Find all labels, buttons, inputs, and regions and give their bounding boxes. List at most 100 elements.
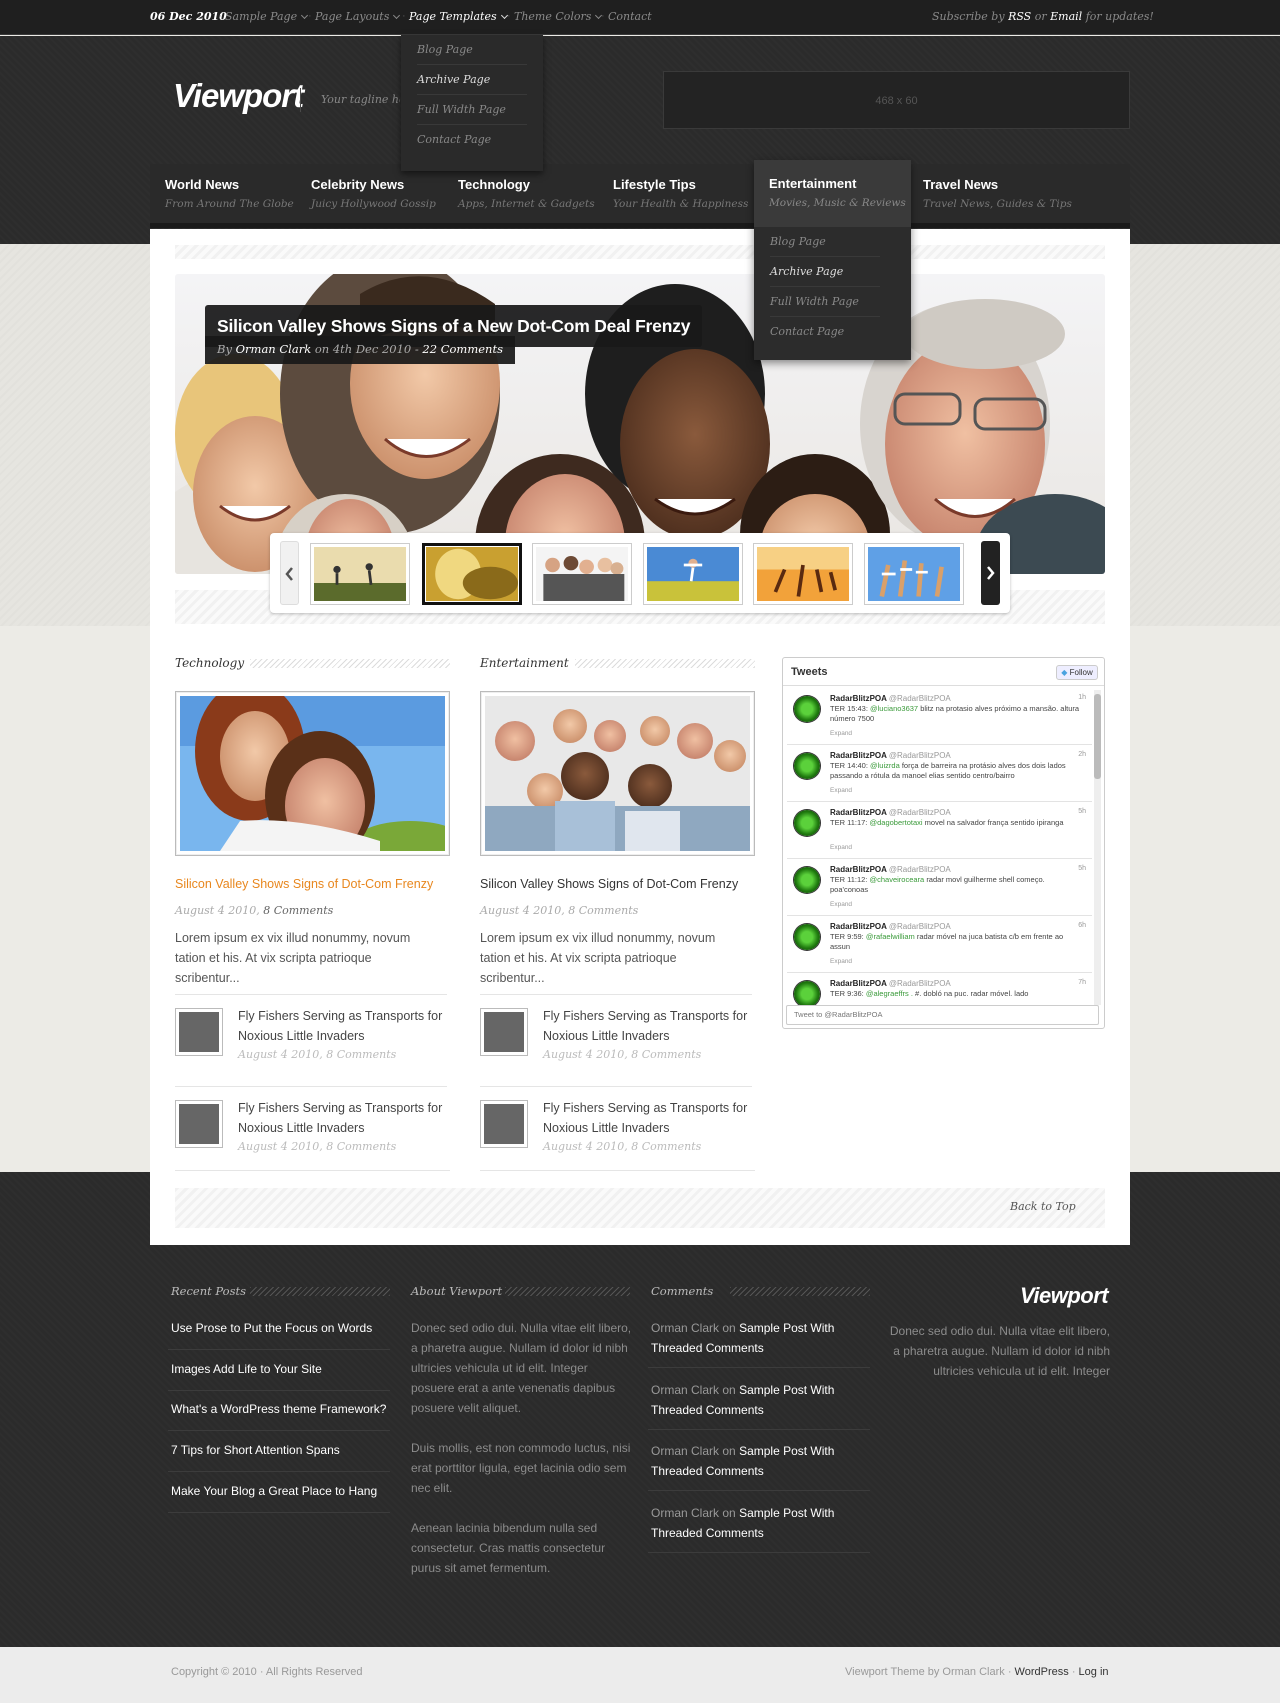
tweet-time[interactable]: 1h bbox=[1078, 694, 1086, 701]
recent-post-link[interactable]: Images Add Life to Your Site bbox=[171, 1362, 322, 1376]
tweet-author[interactable]: RadarBlitzPOA bbox=[830, 808, 887, 817]
slider-prev-button[interactable] bbox=[280, 541, 299, 605]
footer-logo[interactable]: Viewport bbox=[1020, 1283, 1109, 1309]
comment-author[interactable]: Orman Clark bbox=[651, 1506, 719, 1520]
tweet-author[interactable]: RadarBlitzPOA bbox=[830, 979, 887, 988]
tweet[interactable]: RadarBlitzPOA @RadarBlitzPOA 6h TER 9:59… bbox=[787, 916, 1092, 973]
post-comments-link[interactable]: 8 Comments bbox=[263, 904, 333, 917]
tweet-time[interactable]: 2h bbox=[1078, 751, 1086, 758]
slider-next-button[interactable] bbox=[981, 541, 1000, 605]
tweet-author[interactable]: RadarBlitzPOA bbox=[830, 694, 887, 703]
tweet-input[interactable]: Tweet to @RadarBlitzPOA bbox=[786, 1005, 1099, 1025]
slider-thumbnail[interactable] bbox=[864, 543, 964, 605]
slider-thumbnail[interactable] bbox=[753, 543, 853, 605]
tweet-time[interactable]: 6h bbox=[1078, 922, 1086, 929]
tweet-mention[interactable]: @luizrda bbox=[870, 761, 900, 770]
ad-banner[interactable]: 468 x 60 bbox=[663, 71, 1130, 129]
heading-decoration bbox=[250, 1287, 390, 1296]
tweet-expand-link[interactable]: Expand bbox=[830, 787, 852, 794]
mini-post[interactable]: Fly Fishers Serving as Transports for No… bbox=[175, 1086, 447, 1176]
tweet-mention[interactable]: @chaveiroceara bbox=[869, 875, 924, 884]
entertainment-menu-contact-page[interactable]: Contact Page bbox=[770, 317, 880, 347]
slider-thumbnail[interactable] bbox=[532, 543, 632, 605]
mini-post[interactable]: Fly Fishers Serving as Transports for No… bbox=[175, 994, 447, 1084]
tweet-mention[interactable]: @alegraeffrs . bbox=[866, 989, 913, 998]
heading-decoration bbox=[250, 659, 450, 668]
tweet-expand-link[interactable]: Expand bbox=[830, 958, 852, 965]
page-templates-menu-archive-page[interactable]: Archive Page bbox=[417, 65, 527, 95]
page-templates-menu-blog-page[interactable]: Blog Page bbox=[417, 35, 527, 65]
post-image-frame[interactable] bbox=[480, 691, 755, 856]
slider-thumbnail-selected[interactable] bbox=[422, 543, 522, 605]
slider-thumbnail[interactable] bbox=[643, 543, 743, 605]
back-to-top-link[interactable]: Back to Top bbox=[1010, 1200, 1076, 1213]
nav-item-lifestyle-tips[interactable]: Lifestyle Tips Your Health & Happiness bbox=[598, 164, 754, 223]
tweet-mention[interactable]: @dagobertotaxi bbox=[869, 818, 922, 827]
entertainment-menu-full-width-page[interactable]: Full Width Page bbox=[770, 287, 880, 317]
login-link[interactable]: Log in bbox=[1079, 1666, 1109, 1678]
tweet-time[interactable]: 7h bbox=[1078, 979, 1086, 986]
mini-post[interactable]: Fly Fishers Serving as Transports for No… bbox=[480, 994, 752, 1084]
featured-author-link[interactable]: Orman Clark bbox=[236, 342, 312, 356]
top-link-page-layouts[interactable]: Page Layouts bbox=[315, 10, 401, 23]
avatar[interactable] bbox=[794, 981, 820, 1005]
tweet[interactable]: RadarBlitzPOA @RadarBlitzPOA 5h TER 11:1… bbox=[787, 859, 1092, 916]
entertainment-menu-blog-page[interactable]: Blog Page bbox=[770, 227, 880, 257]
tweet-time[interactable]: 5h bbox=[1078, 808, 1086, 815]
tweet-time[interactable]: 5h bbox=[1078, 865, 1086, 872]
nav-item-travel-news[interactable]: Travel News Travel News, Guides & Tips bbox=[908, 164, 1072, 223]
mini-post-title[interactable]: Fly Fishers Serving as Transports for No… bbox=[238, 1098, 443, 1138]
tweet-author[interactable]: RadarBlitzPOA bbox=[830, 751, 887, 760]
tweet-expand-link[interactable]: Expand bbox=[830, 730, 852, 737]
nav-item-entertainment[interactable]: Entertainment bbox=[769, 176, 856, 191]
recent-post-link[interactable]: Make Your Blog a Great Place to Hang bbox=[171, 1484, 377, 1498]
comment-author[interactable]: Orman Clark bbox=[651, 1444, 719, 1458]
top-link-sample-page[interactable]: Sample Page bbox=[225, 10, 309, 23]
top-link-page-templates[interactable]: Page Templates bbox=[409, 10, 508, 23]
avatar[interactable] bbox=[794, 867, 820, 893]
post-title-link[interactable]: Silicon Valley Shows Signs of Dot-Com Fr… bbox=[175, 877, 433, 891]
avatar[interactable] bbox=[794, 924, 820, 950]
recent-post-link[interactable]: 7 Tips for Short Attention Spans bbox=[171, 1443, 340, 1457]
featured-comments-link[interactable]: 22 Comments bbox=[422, 342, 503, 356]
site-logo[interactable]: Viewport bbox=[173, 77, 304, 115]
rss-link[interactable]: RSS bbox=[1008, 10, 1031, 23]
post-image-frame[interactable] bbox=[175, 691, 450, 856]
top-link-contact[interactable]: Contact bbox=[608, 10, 652, 23]
avatar[interactable] bbox=[794, 696, 820, 722]
tweet[interactable]: RadarBlitzPOA @RadarBlitzPOA 1h TER 15:4… bbox=[787, 688, 1092, 745]
tweet[interactable]: RadarBlitzPOA @RadarBlitzPOA 2h TER 14:4… bbox=[787, 745, 1092, 802]
avatar[interactable] bbox=[794, 753, 820, 779]
tweet-author[interactable]: RadarBlitzPOA bbox=[830, 922, 887, 931]
post-title-link[interactable]: Silicon Valley Shows Signs of Dot-Com Fr… bbox=[480, 877, 738, 891]
page-templates-menu-full-width-page[interactable]: Full Width Page bbox=[417, 95, 527, 125]
comment-author[interactable]: Orman Clark bbox=[651, 1321, 719, 1335]
tweet[interactable]: RadarBlitzPOA @RadarBlitzPOA 5h TER 11:1… bbox=[787, 802, 1092, 859]
tweet-mention[interactable]: @rafaelwilliam bbox=[866, 932, 915, 941]
mini-post-title[interactable]: Fly Fishers Serving as Transports for No… bbox=[543, 1006, 748, 1046]
slider-thumbnail[interactable] bbox=[310, 543, 410, 605]
top-link-theme-colors[interactable]: Theme Colors bbox=[514, 10, 603, 23]
mini-post-title[interactable]: Fly Fishers Serving as Transports for No… bbox=[543, 1098, 748, 1138]
nav-item-world-news[interactable]: World News From Around The Globe bbox=[150, 164, 296, 223]
comment-author[interactable]: Orman Clark bbox=[651, 1383, 719, 1397]
tweet-author[interactable]: RadarBlitzPOA bbox=[830, 865, 887, 874]
tweet[interactable]: RadarBlitzPOA @RadarBlitzPOA 7h TER 9:36… bbox=[787, 973, 1092, 1005]
tweet-expand-link[interactable]: Expand bbox=[830, 844, 852, 851]
nav-item-celebrity-news[interactable]: Celebrity News Juicy Hollywood Gossip bbox=[296, 164, 443, 223]
tweet-expand-link[interactable]: Expand bbox=[830, 901, 852, 908]
recent-post-link[interactable]: What's a WordPress theme Framework? bbox=[171, 1402, 386, 1416]
email-link[interactable]: Email bbox=[1050, 10, 1082, 23]
mini-post[interactable]: Fly Fishers Serving as Transports for No… bbox=[480, 1086, 752, 1176]
nav-item-technology[interactable]: Technology Apps, Internet & Gadgets bbox=[443, 164, 598, 223]
wordpress-link[interactable]: WordPress bbox=[1015, 1666, 1069, 1678]
follow-button[interactable]: ◆ Follow bbox=[1056, 665, 1098, 680]
mini-post-title[interactable]: Fly Fishers Serving as Transports for No… bbox=[238, 1006, 443, 1046]
recent-post-link[interactable]: Use Prose to Put the Focus on Words bbox=[171, 1321, 372, 1335]
tweet-mention[interactable]: @luciano3637 bbox=[870, 704, 918, 713]
avatar[interactable] bbox=[794, 810, 820, 836]
page-templates-menu-contact-page[interactable]: Contact Page bbox=[417, 125, 527, 155]
post-comments-link[interactable]: 8 Comments bbox=[568, 904, 638, 917]
entertainment-menu-archive-page[interactable]: Archive Page bbox=[770, 257, 880, 287]
tweets-scrollbar-thumb[interactable] bbox=[1094, 694, 1101, 779]
